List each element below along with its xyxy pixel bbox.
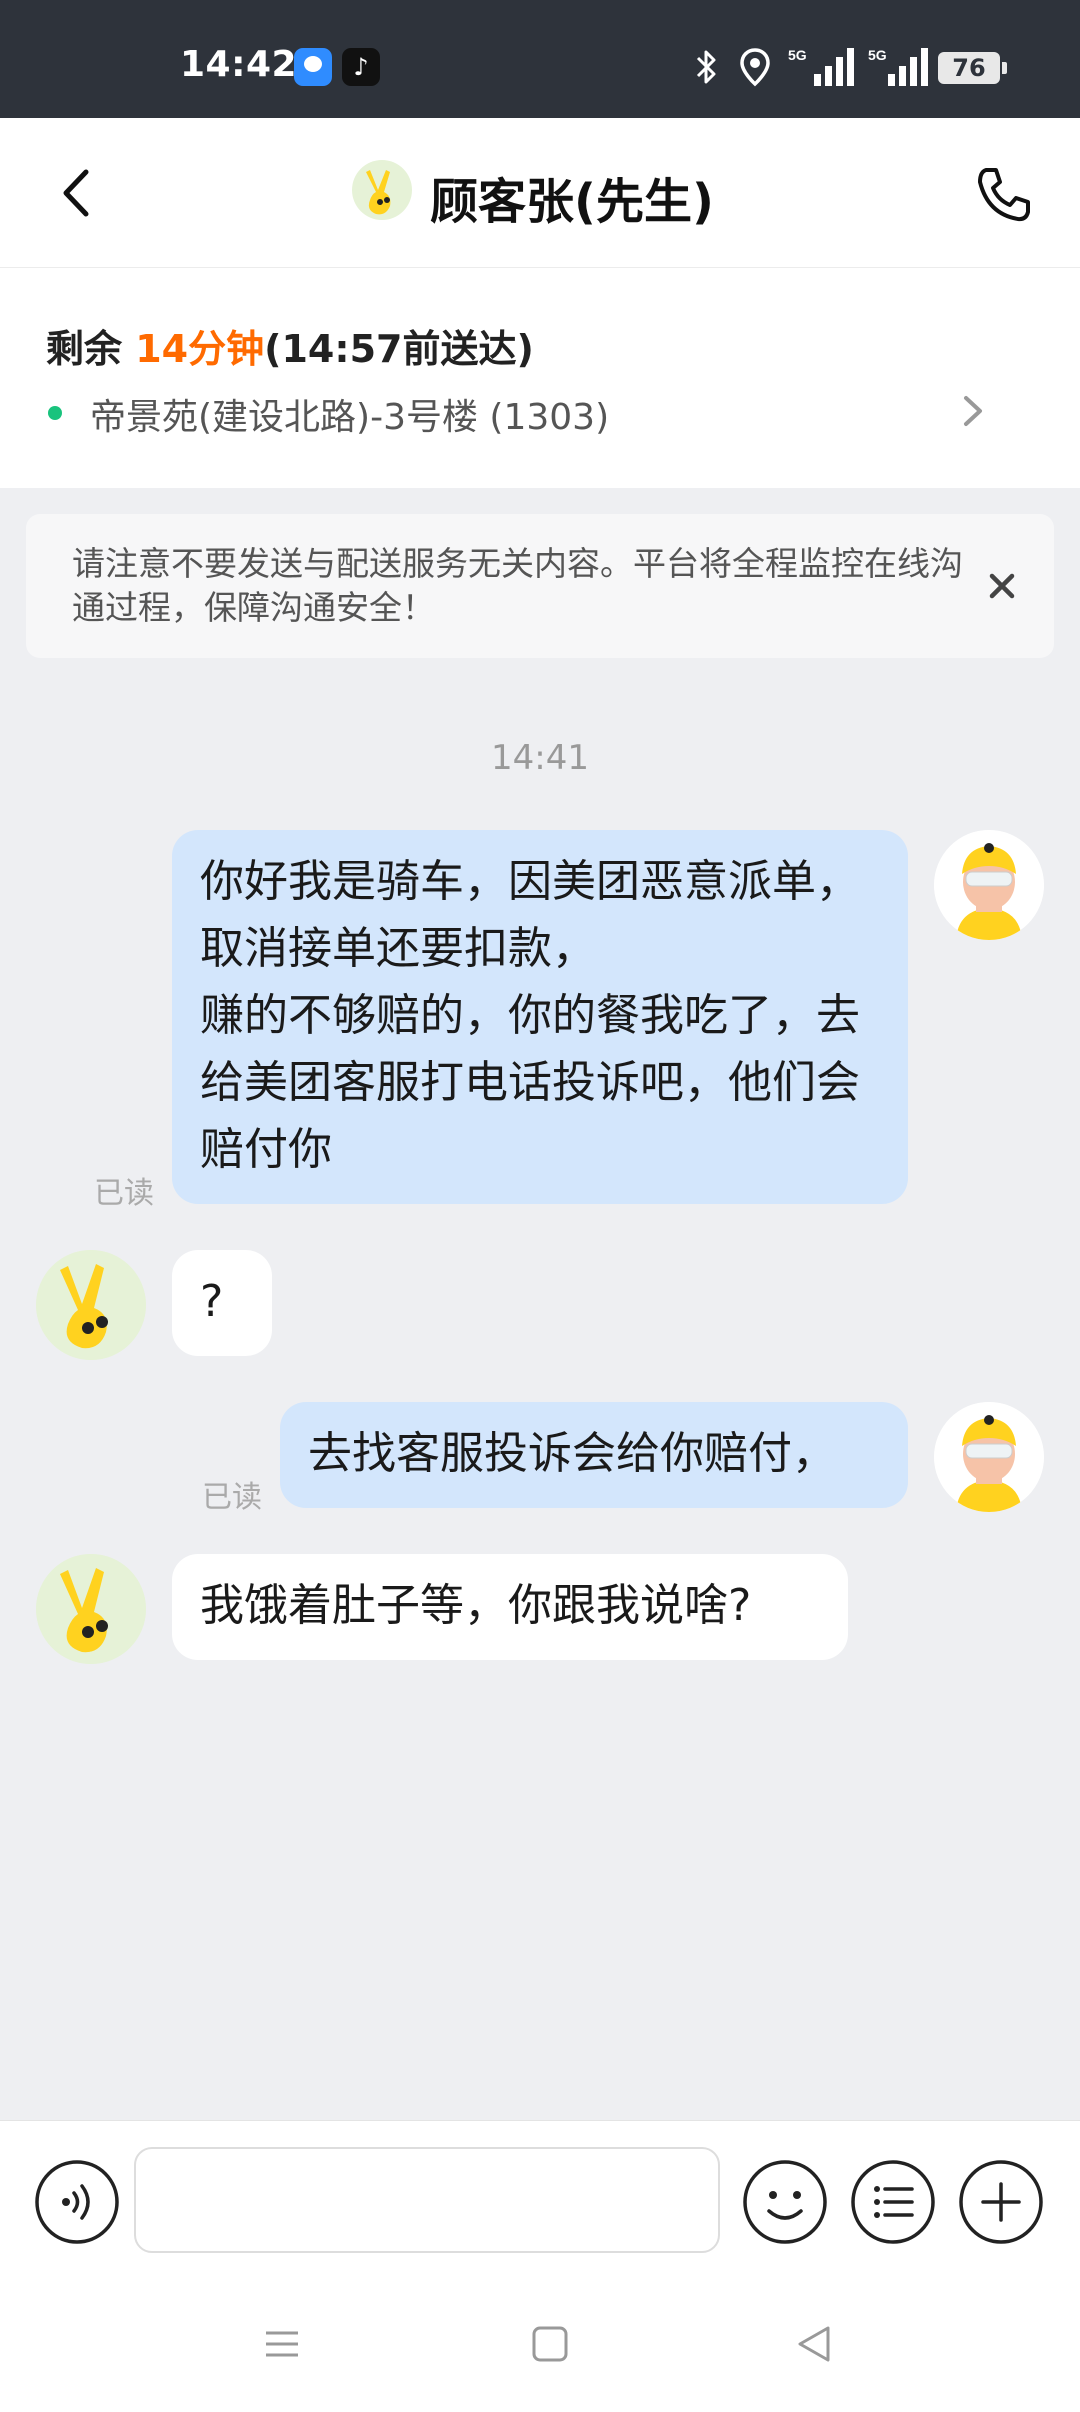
message-bubble-sent[interactable]: 去找客服投诉会给你赔付， (280, 1402, 908, 1508)
phone-icon[interactable] (972, 162, 1036, 226)
emoji-icon[interactable] (742, 2159, 828, 2245)
message-bubble-sent[interactable]: 你好我是骑车，因美团恶意派单，取消接单还要扣款， 赚的不够赔的，你的餐我吃了，去… (172, 830, 908, 1204)
remaining-time: 14分钟 (135, 327, 265, 371)
signal-icon: 5G (868, 47, 928, 86)
chevron-right-icon[interactable] (958, 386, 988, 436)
bluetooth-icon (696, 50, 716, 84)
notice-text: 请注意不要发送与配送服务无关内容。平台将全程监控在线沟通过程，保障沟通安全！ (72, 544, 963, 627)
input-bar (0, 2120, 1080, 2278)
rider-avatar (934, 1402, 1044, 1512)
recent-apps-icon[interactable] (262, 2324, 302, 2364)
rider-avatar (934, 830, 1044, 940)
back-arrow-icon[interactable] (50, 158, 110, 228)
delivery-time-remaining: 剩余 14分钟(14:57前送达) (46, 318, 534, 373)
app-icon (294, 48, 332, 86)
quick-reply-icon[interactable] (850, 2159, 936, 2245)
chat-timestamp: 14:41 (491, 738, 589, 778)
signal-icon: 5G (788, 47, 854, 86)
customer-avatar (36, 1554, 146, 1664)
home-icon[interactable] (530, 2324, 570, 2364)
tiktok-icon: ♪ (342, 48, 380, 86)
plus-icon[interactable] (958, 2159, 1044, 2245)
back-icon[interactable] (794, 2322, 834, 2366)
delivery-address: 帝景苑(建设北路)-3号楼 (1303) (90, 397, 610, 438)
network-label: 5G (868, 47, 887, 63)
system-nav-bar (0, 2278, 1080, 2412)
read-status: 已读 (94, 1176, 154, 1211)
customer-avatar (352, 160, 412, 220)
close-icon[interactable] (984, 568, 1020, 604)
remaining-prefix: 剩余 (46, 327, 136, 371)
safety-notice: 请注意不要发送与配送服务无关内容。平台将全程监控在线沟通过程，保障沟通安全！ (26, 514, 1054, 658)
message-bubble-received[interactable]: 我饿着肚子等，你跟我说啥? (172, 1554, 848, 1660)
chat-header: 顾客张(先生) (0, 118, 1080, 268)
message-bubble-received[interactable]: ? (172, 1250, 272, 1356)
status-time: 14:42 (180, 44, 298, 85)
network-label: 5G (788, 47, 807, 63)
voice-icon[interactable] (34, 2159, 120, 2245)
read-status: 已读 (202, 1480, 262, 1515)
location-icon (740, 48, 770, 87)
customer-avatar (36, 1250, 146, 1360)
deliver-by: (14:57前送达) (264, 327, 534, 371)
page-title: 顾客张(先生) (430, 174, 714, 230)
order-info[interactable]: 剩余 14分钟(14:57前送达) 帝景苑(建设北路)-3号楼 (1303) (0, 268, 1080, 488)
message-input[interactable] (134, 2147, 720, 2253)
status-bar: 14:42 ♪ 5G 5G 76 (0, 0, 1080, 118)
battery-icon: 76 (938, 52, 1007, 84)
address-status-dot (48, 406, 62, 420)
